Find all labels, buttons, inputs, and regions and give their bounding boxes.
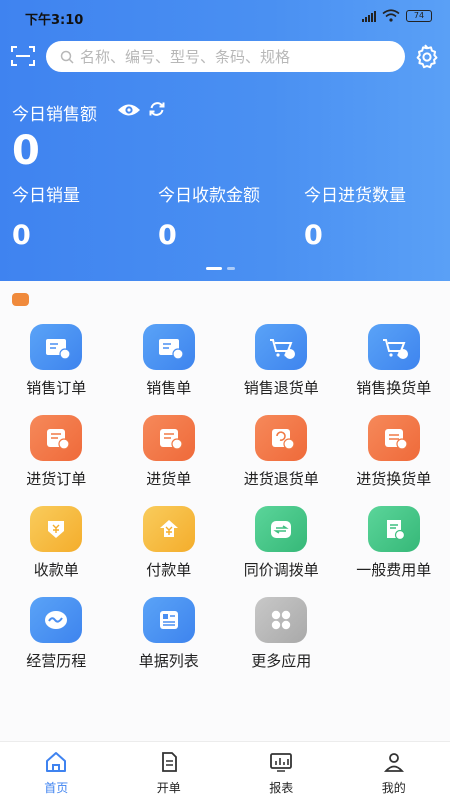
gear-icon[interactable] <box>414 44 440 70</box>
sales-value: 0 <box>12 128 40 174</box>
purchase-order-icon <box>30 415 83 461</box>
home-icon <box>46 752 67 772</box>
tab-label: 我的 <box>381 781 406 795</box>
grid-item-label: 销售退货单 <box>243 379 319 397</box>
grid-item-label: 经营历程 <box>26 652 87 670</box>
signal-icon <box>362 10 376 22</box>
grid-item-payment[interactable]: 付款单 <box>113 506 226 597</box>
wifi-icon <box>382 9 400 22</box>
purchase-bill-icon <box>142 415 195 461</box>
grid-item-label: 进货订单 <box>26 470 87 488</box>
grid-item-receipt[interactable]: 收款单 <box>0 506 113 597</box>
grid-item-transfer[interactable]: 同价调拨单 <box>225 506 338 597</box>
grid-item-label: 同价调拨单 <box>243 561 319 579</box>
history-icon <box>30 597 83 643</box>
grid-item-label: 收款单 <box>33 561 79 579</box>
grid-item-document-list[interactable]: 单据列表 <box>113 597 226 688</box>
grid-item-label: 进货换货单 <box>356 470 432 488</box>
stat-sales-quantity: 今日销量 0 <box>12 186 80 251</box>
grid-item-more-apps[interactable]: 更多应用 <box>225 597 338 688</box>
grid-item-sales-order[interactable]: 销售订单 <box>0 324 113 415</box>
status-time: 下午3:10 <box>25 13 84 28</box>
search-input[interactable] <box>80 47 380 66</box>
tab-create-order[interactable]: 开单 <box>113 742 226 800</box>
sales-exchange-icon <box>367 324 420 370</box>
grid-item-expense[interactable]: 一般费用单 <box>338 506 450 597</box>
sales-order-icon <box>30 324 83 370</box>
grid-item-purchase-bill[interactable]: 进货单 <box>113 415 226 506</box>
tab-home[interactable]: 首页 <box>0 742 113 800</box>
dashboard-header: 下午3:10 74 今日销售额 <box>0 0 450 281</box>
grid-item-sales-return[interactable]: 销售退货单 <box>225 324 338 415</box>
search-bar[interactable] <box>46 41 405 72</box>
tab-profile[interactable]: 我的 <box>338 742 450 800</box>
purchase-return-icon <box>255 415 308 461</box>
status-bar: 下午3:10 74 <box>0 0 450 34</box>
payment-icon <box>142 506 195 552</box>
grid-item-label: 销售换货单 <box>356 379 432 397</box>
sales-bill-icon <box>142 324 195 370</box>
grid-item-sales-bill[interactable]: 销售单 <box>113 324 226 415</box>
grid-item-sales-exchange[interactable]: 销售换货单 <box>338 324 450 415</box>
app-grid: 销售订单 销售单 销售退货单 销售换货单进货订单 进货单 进货退货单 进货换货单收款单 付款单… <box>0 324 450 688</box>
sales-title: 今日销售额 <box>12 105 97 125</box>
tab-label: 报表 <box>269 781 294 795</box>
profile-icon <box>383 753 404 772</box>
stat-collection-amount: 今日收款金额 0 <box>158 186 260 251</box>
refresh-icon[interactable] <box>148 100 166 118</box>
eye-icon[interactable] <box>117 101 141 119</box>
battery-icon: 74 <box>406 9 432 22</box>
create-order-icon <box>161 752 177 772</box>
tab-report[interactable]: 报表 <box>225 742 338 800</box>
sales-return-icon <box>255 324 308 370</box>
grid-item-history[interactable]: 经营历程 <box>0 597 113 688</box>
expense-icon <box>367 506 420 552</box>
grid-item-purchase-exchange[interactable]: 进货换货单 <box>338 415 450 506</box>
more-apps-icon <box>255 597 308 643</box>
notice-icon[interactable] <box>12 293 29 306</box>
app-grid-section: 销售订单 销售单 销售退货单 销售换货单进货订单 进货单 进货退货单 进货换货单收款单 付款单… <box>0 281 450 741</box>
grid-item-label: 付款单 <box>146 561 192 579</box>
grid-item-label: 销售单 <box>146 379 192 397</box>
tab-label: 开单 <box>156 781 181 795</box>
carousel-indicator <box>206 267 235 270</box>
grid-item-label: 单据列表 <box>138 652 199 670</box>
grid-item-label: 销售订单 <box>26 379 87 397</box>
search-icon <box>60 50 74 64</box>
tab-label: 首页 <box>44 781 69 795</box>
grid-item-purchase-return[interactable]: 进货退货单 <box>225 415 338 506</box>
scan-icon[interactable] <box>11 45 35 67</box>
receipt-icon <box>30 506 83 552</box>
report-icon <box>270 753 293 772</box>
grid-item-label: 进货退货单 <box>243 470 319 488</box>
transfer-icon <box>255 506 308 552</box>
grid-item-label: 更多应用 <box>251 652 312 670</box>
grid-item-label: 一般费用单 <box>356 561 432 579</box>
stat-purchase-quantity: 今日进货数量 0 <box>304 186 406 251</box>
bottom-tab-bar: 首页 开单 报表 我的 <box>0 741 450 800</box>
document-list-icon <box>142 597 195 643</box>
purchase-exchange-icon <box>367 415 420 461</box>
grid-item-label: 进货单 <box>146 470 192 488</box>
grid-item-purchase-order[interactable]: 进货订单 <box>0 415 113 506</box>
